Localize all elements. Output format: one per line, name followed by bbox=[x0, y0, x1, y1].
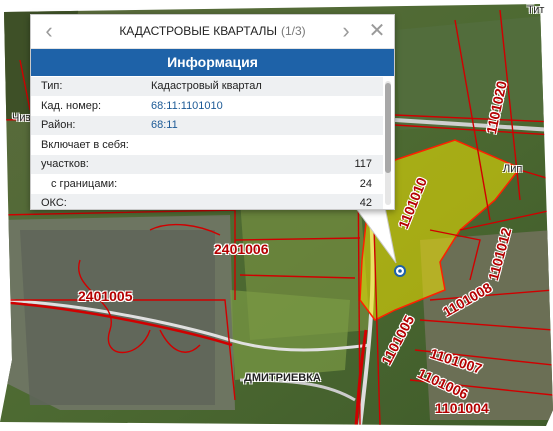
info-row-with-bounds: с границами: 24 bbox=[31, 175, 383, 194]
info-table: Тип: Кадастровый квартал Кад. номер: 68:… bbox=[31, 77, 383, 209]
info-key: с границами: bbox=[51, 177, 118, 190]
popup-title-text: КАДАСТРОВЫЕ КВАРТАЛЫ bbox=[119, 24, 277, 38]
info-row-parcels: участков: 117 bbox=[31, 155, 383, 175]
edge-label-right: Тит bbox=[527, 4, 545, 16]
info-row-cad-number: Кад. номер: 68:11:1101010 bbox=[31, 97, 383, 116]
popup-scrollbar[interactable] bbox=[385, 81, 391, 205]
place-label-dmitrievka: ДМИТРИЕВКА bbox=[244, 372, 321, 384]
info-key: Кад. номер: bbox=[41, 99, 102, 112]
chevron-right-icon[interactable]: › bbox=[334, 19, 358, 43]
scrollbar-thumb[interactable] bbox=[385, 83, 391, 173]
quarter-label-1101004: 1101004 bbox=[435, 400, 489, 416]
info-key: ОКС: bbox=[41, 197, 67, 209]
info-row-oks: ОКС: 42 bbox=[31, 194, 383, 209]
info-section-header: Информация bbox=[31, 49, 394, 76]
info-key: Включает в себя: bbox=[41, 138, 129, 151]
info-row-includes: Включает в себя: bbox=[31, 136, 383, 155]
info-key: Район: bbox=[41, 119, 76, 132]
popup-header: ‹ КАДАСТРОВЫЕ КВАРТАЛЫ (1/3) › ✕ bbox=[31, 15, 394, 49]
place-label-lip: Лип bbox=[503, 163, 523, 175]
info-value: 24 bbox=[359, 177, 372, 190]
quarter-label-2401006: 2401006 bbox=[214, 241, 269, 257]
cad-number-link[interactable]: 68:11:1101010 bbox=[151, 100, 383, 112]
info-key: участков: bbox=[41, 158, 89, 171]
quarter-label-2401005: 2401005 bbox=[78, 288, 133, 304]
info-row-district: Район: 68:11 bbox=[31, 116, 383, 136]
edge-label-left: Чиз bbox=[12, 112, 31, 124]
info-value: 117 bbox=[354, 158, 372, 171]
info-key: Тип: bbox=[41, 80, 63, 93]
info-value: 42 bbox=[359, 197, 372, 209]
info-row-type: Тип: Кадастровый квартал bbox=[31, 77, 383, 97]
info-popup: ‹ КАДАСТРОВЫЕ КВАРТАЛЫ (1/3) › ✕ Информац… bbox=[30, 14, 395, 210]
district-link[interactable]: 68:11 bbox=[151, 119, 383, 131]
close-icon[interactable]: ✕ bbox=[365, 19, 389, 43]
popup-page-counter: (1/3) bbox=[280, 24, 306, 38]
info-value: Кадастровый квартал bbox=[151, 80, 262, 93]
